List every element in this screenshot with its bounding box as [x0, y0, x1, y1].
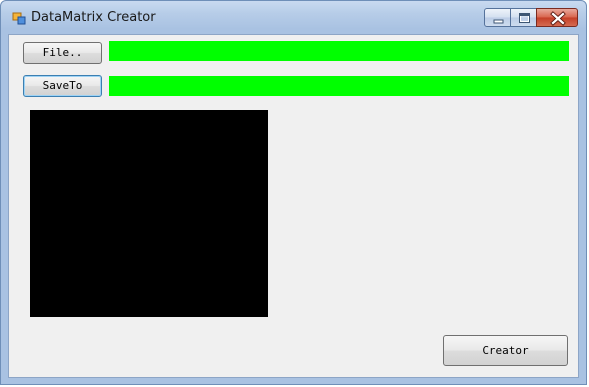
window-title: DataMatrix Creator [31, 10, 156, 25]
save-path-field[interactable] [109, 76, 569, 96]
maximize-button[interactable] [510, 8, 537, 27]
file-path-field[interactable] [109, 41, 569, 61]
close-button[interactable] [536, 8, 578, 27]
app-window: DataMatrix Creator File.. SaveTo Creator [0, 0, 587, 385]
minimize-button[interactable] [484, 8, 511, 27]
client-area: File.. SaveTo Creator [8, 34, 579, 378]
caption-buttons [484, 8, 578, 28]
saveto-button[interactable]: SaveTo [23, 75, 102, 97]
creator-button[interactable]: Creator [443, 335, 568, 366]
title-bar[interactable]: DataMatrix Creator [1, 1, 586, 35]
datamatrix-preview [30, 110, 268, 317]
app-icon[interactable] [12, 11, 26, 25]
file-button[interactable]: File.. [23, 42, 102, 64]
